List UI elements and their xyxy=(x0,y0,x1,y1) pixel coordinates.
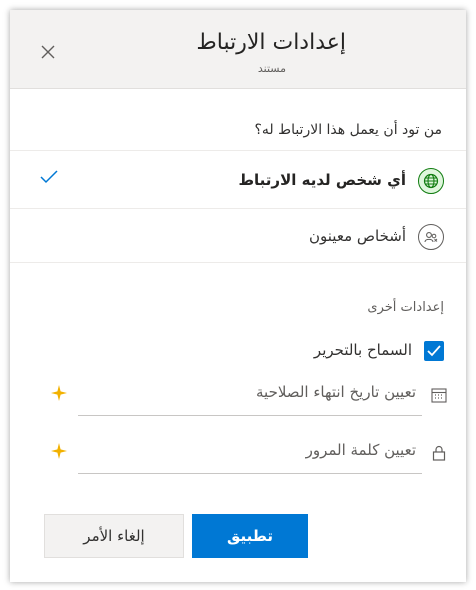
allow-editing-checkbox[interactable] xyxy=(424,341,444,361)
lock-icon xyxy=(432,445,446,461)
link-settings-dialog: إعدادات الارتباط مستند من تود أن يعمل هذ… xyxy=(10,10,466,582)
checkmark-icon xyxy=(427,345,441,357)
expiration-date-field[interactable]: تعيين تاريخ انتهاء الصلاحية xyxy=(50,376,447,416)
field-underline xyxy=(78,415,422,416)
dialog-header: إعدادات الارتباط مستند xyxy=(10,10,466,89)
calendar-icon xyxy=(431,388,447,403)
password-label: تعيين كلمة المرور xyxy=(305,441,416,459)
cancel-button[interactable]: إلغاء الأمر xyxy=(44,514,184,558)
dialog-title: إعدادات الارتباط xyxy=(196,30,346,55)
dialog-subtitle: مستند xyxy=(257,62,286,75)
audience-question: من تود أن يعمل هذا الارتباط له؟ xyxy=(254,122,442,138)
field-underline xyxy=(78,473,422,474)
expiration-date-label: تعيين تاريخ انتهاء الصلاحية xyxy=(256,383,416,401)
allow-editing-row[interactable]: السماح بالتحرير xyxy=(144,336,444,366)
close-button[interactable] xyxy=(34,38,62,66)
option-specific-people[interactable]: أشخاص معينون xyxy=(10,212,466,264)
people-icon xyxy=(418,224,444,250)
option-label: أي شخص لديه الارتباط xyxy=(238,171,406,189)
password-field[interactable]: تعيين كلمة المرور xyxy=(50,434,446,474)
divider xyxy=(10,262,466,263)
close-icon xyxy=(41,45,55,59)
divider xyxy=(10,208,466,209)
option-label: أشخاص معينون xyxy=(309,227,406,245)
option-anyone-with-link[interactable]: أي شخص لديه الارتباط xyxy=(10,156,466,208)
other-settings-label: إعدادات أخرى xyxy=(367,300,444,315)
apply-button[interactable]: تطبيق xyxy=(192,514,308,558)
sparkle-icon xyxy=(51,443,67,459)
checkmark-icon xyxy=(40,170,58,184)
sparkle-icon xyxy=(51,385,67,401)
allow-editing-label: السماح بالتحرير xyxy=(313,341,412,359)
globe-icon xyxy=(418,168,444,194)
divider xyxy=(10,150,466,151)
